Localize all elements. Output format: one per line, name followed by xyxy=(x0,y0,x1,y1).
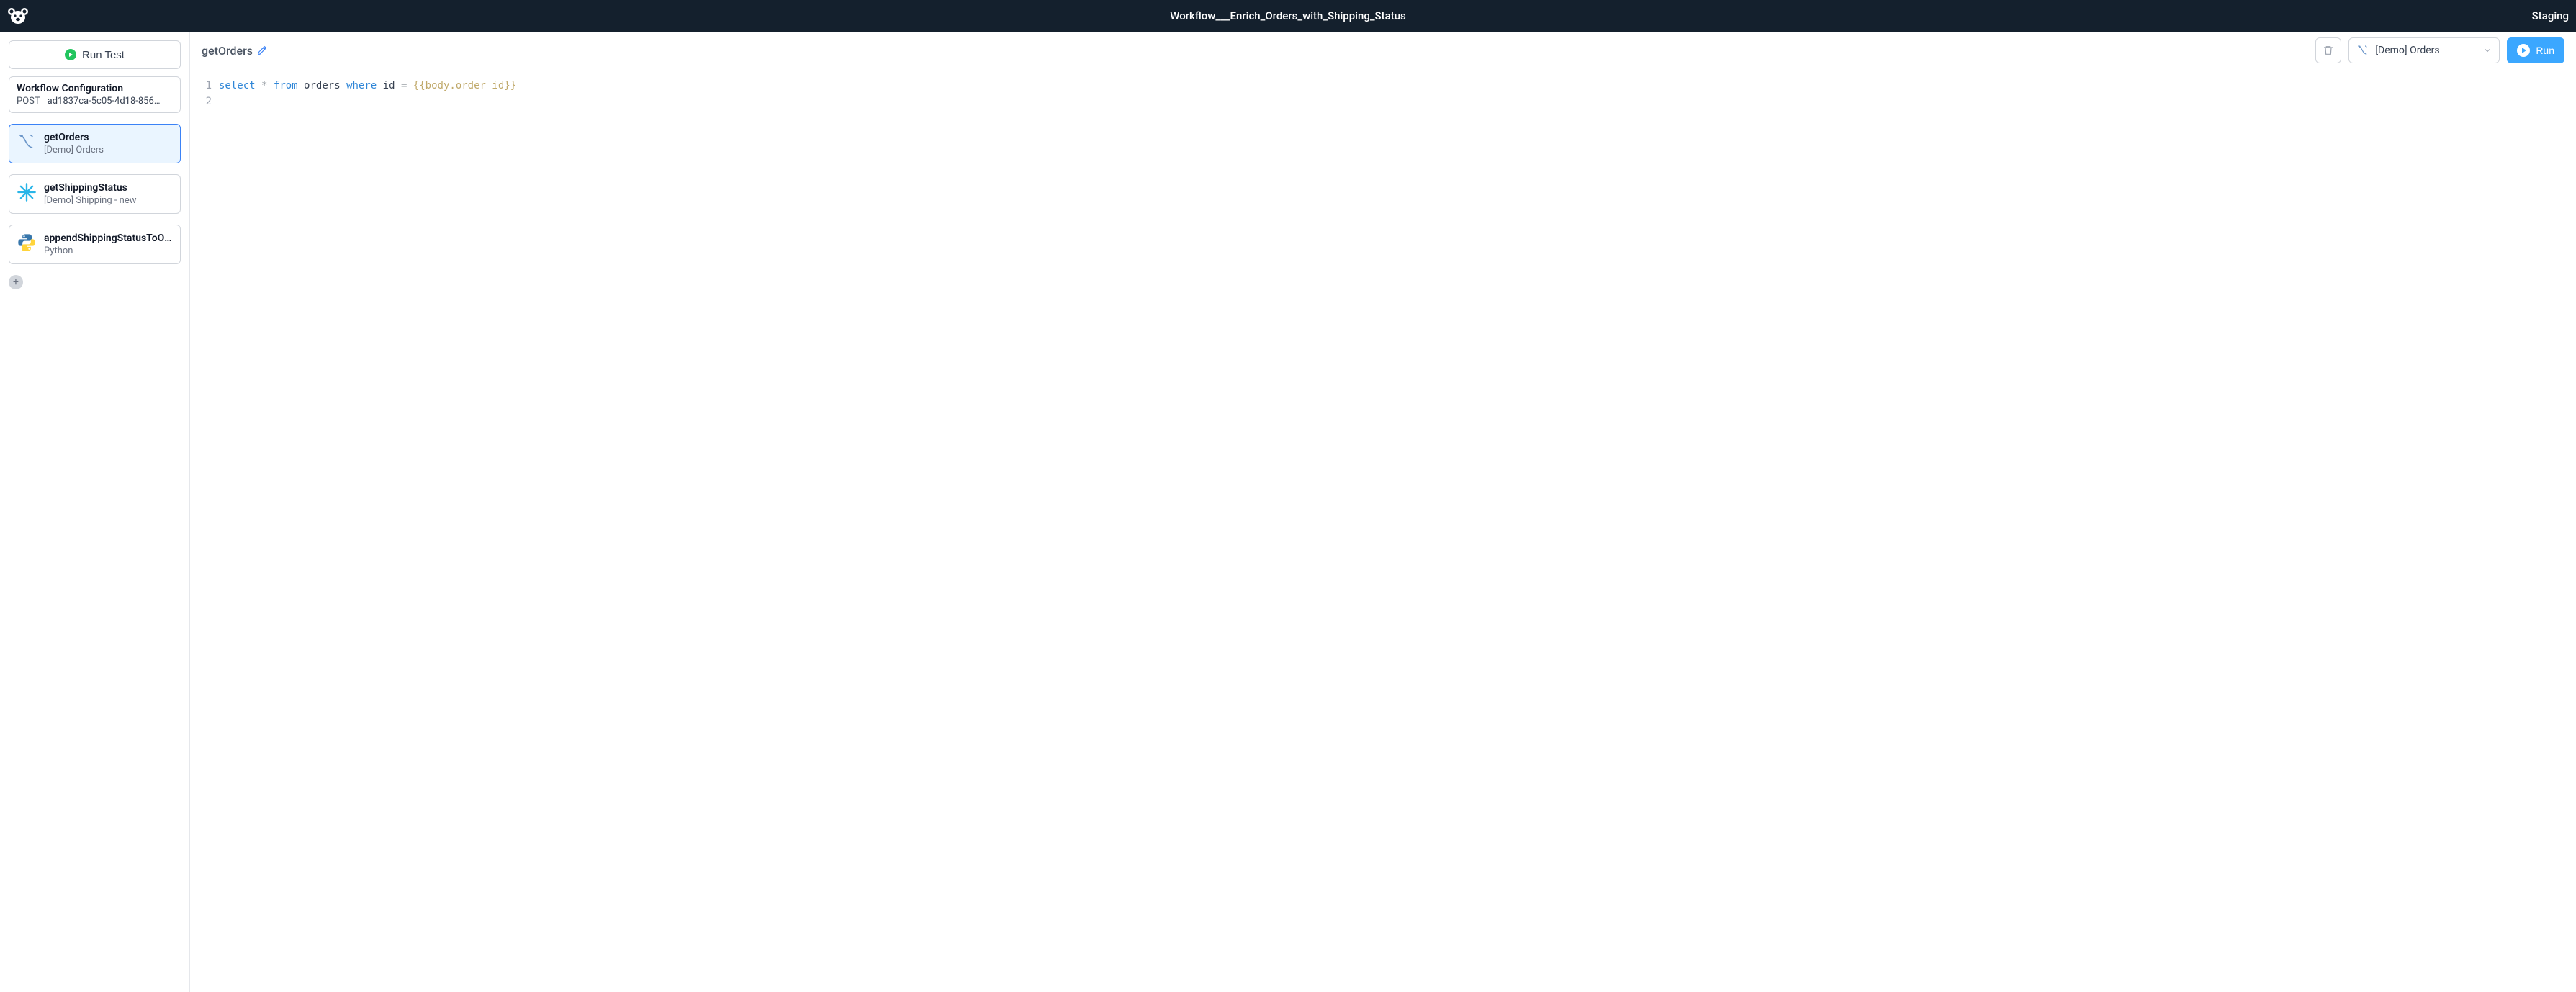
workflow-id: ad1837ca-5c05-4d18-8562-… xyxy=(48,96,163,107)
node-text: appendShippingStatusToOr…Python xyxy=(44,233,173,256)
mysql-icon xyxy=(2356,44,2369,57)
workflow-method: POST xyxy=(17,96,40,107)
header-bar: Workflow___Enrich_Orders_with_Shipping_S… xyxy=(0,0,2576,32)
node-text: getShippingStatus[Demo] Shipping - new xyxy=(44,182,173,206)
code-line[interactable]: select * from orders where id = {{body.o… xyxy=(219,78,2576,94)
node-subtitle: [Demo] Orders xyxy=(44,145,173,155)
app-logo[interactable] xyxy=(7,7,29,24)
environment-label[interactable]: Staging xyxy=(2532,9,2569,22)
editor-block-name: getOrders xyxy=(202,44,253,58)
snowflake-icon xyxy=(17,182,37,202)
node-text: getOrders [Demo] Orders xyxy=(44,132,173,155)
mysql-icon xyxy=(17,132,37,152)
run-test-label: Run Test xyxy=(82,49,125,61)
code-line[interactable] xyxy=(219,94,2576,109)
editor-header: getOrders [Demo] Orders xyxy=(190,32,2576,69)
run-test-button[interactable]: Run Test xyxy=(9,40,181,69)
play-icon xyxy=(65,49,76,60)
node-title: getShippingStatus xyxy=(44,182,173,194)
run-label: Run xyxy=(2536,45,2554,56)
code-editor[interactable]: 12 select * from orders where id = {{bod… xyxy=(190,69,2576,992)
editor-block-title[interactable]: getOrders xyxy=(202,44,267,58)
edit-icon[interactable] xyxy=(257,45,267,55)
python-icon xyxy=(17,233,37,253)
resource-select[interactable]: [Demo] Orders xyxy=(2348,37,2500,63)
run-button[interactable]: Run xyxy=(2507,37,2564,63)
koala-logo-icon xyxy=(7,7,29,24)
workflow-config-title: Workflow Configuration xyxy=(17,83,173,94)
workflow-config-subtitle: POST ad1837ca-5c05-4d18-8562-… xyxy=(17,96,173,107)
sidebar: Run Test Workflow Configuration POST ad1… xyxy=(0,32,190,992)
delete-button[interactable] xyxy=(2315,37,2341,63)
play-icon xyxy=(2517,44,2530,57)
node-subtitle: Python xyxy=(44,245,173,256)
code-content[interactable]: select * from orders where id = {{body.o… xyxy=(219,78,2576,992)
resource-selected-label: [Demo] Orders xyxy=(2375,45,2439,56)
node-title: getOrders xyxy=(44,132,173,143)
line-number: 1 xyxy=(190,78,212,94)
node-title: appendShippingStatusToOr… xyxy=(44,233,173,244)
workflow-node[interactable]: appendShippingStatusToOr…Python xyxy=(9,225,181,264)
editor-panel: getOrders [Demo] Orders xyxy=(190,32,2576,992)
node-subtitle: [Demo] Shipping - new xyxy=(44,195,173,206)
workflow-title: Workflow___Enrich_Orders_with_Shipping_S… xyxy=(0,9,2576,22)
line-number: 2 xyxy=(190,94,212,109)
line-gutter: 12 xyxy=(190,78,219,992)
workflow-node[interactable]: getOrders [Demo] Orders xyxy=(9,124,181,163)
main-content: Run Test Workflow Configuration POST ad1… xyxy=(0,32,2576,992)
add-node-button[interactable]: + xyxy=(9,275,23,289)
chevron-down-icon xyxy=(2483,46,2492,55)
trash-icon xyxy=(2323,45,2334,56)
workflow-node[interactable]: getShippingStatus[Demo] Shipping - new xyxy=(9,174,181,214)
workflow-config-card[interactable]: Workflow Configuration POST ad1837ca-5c0… xyxy=(9,76,181,113)
